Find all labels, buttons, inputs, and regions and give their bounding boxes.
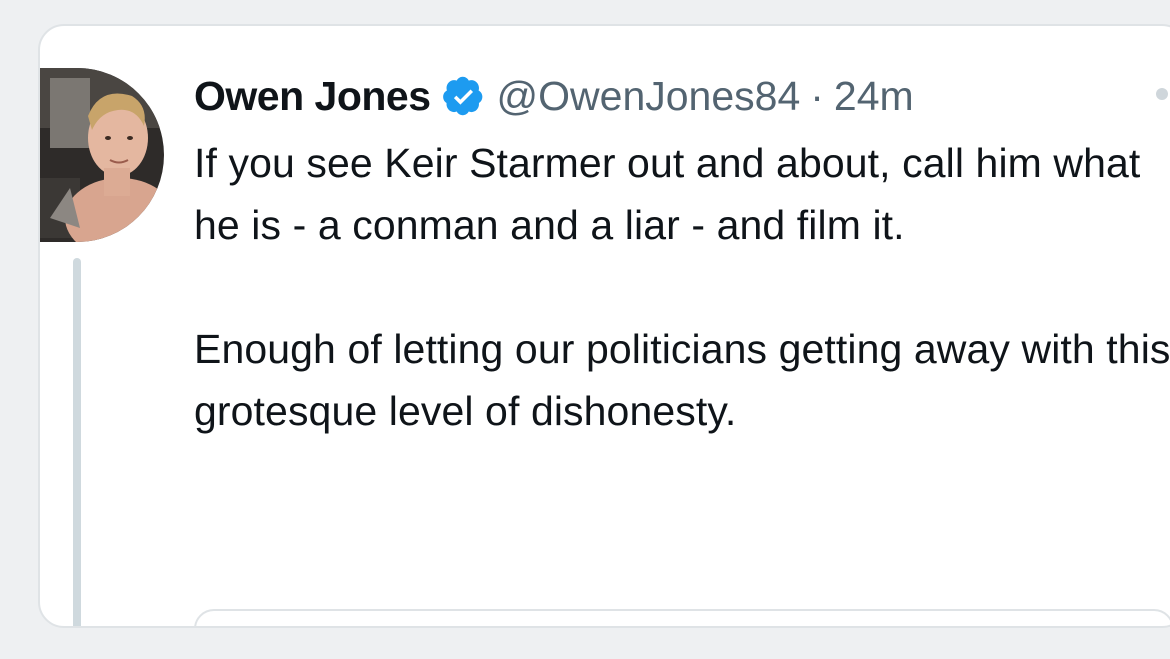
tweet-card[interactable]: Owen Jones @OwenJones84 · 24m If you see… [38, 24, 1170, 628]
header-separator: · [810, 72, 824, 119]
author-handle[interactable]: @OwenJones84 [497, 73, 801, 120]
tweet-text: If you see Keir Starmer out and about, c… [194, 132, 1170, 442]
tweet-header: Owen Jones @OwenJones84 · 24m [194, 68, 914, 124]
thread-connector-line [73, 258, 81, 626]
quoted-tweet-container[interactable] [194, 609, 1170, 626]
tweet-paragraph: If you see Keir Starmer out and about, c… [194, 140, 1141, 248]
tweet-timestamp[interactable]: 24m [834, 73, 914, 120]
tweet-paragraph: Enough of letting our politicians gettin… [194, 326, 1170, 434]
verified-badge-icon [442, 75, 485, 117]
avatar[interactable] [40, 68, 164, 242]
author-name[interactable]: Owen Jones [194, 73, 431, 120]
more-options-icon[interactable] [1156, 88, 1168, 100]
